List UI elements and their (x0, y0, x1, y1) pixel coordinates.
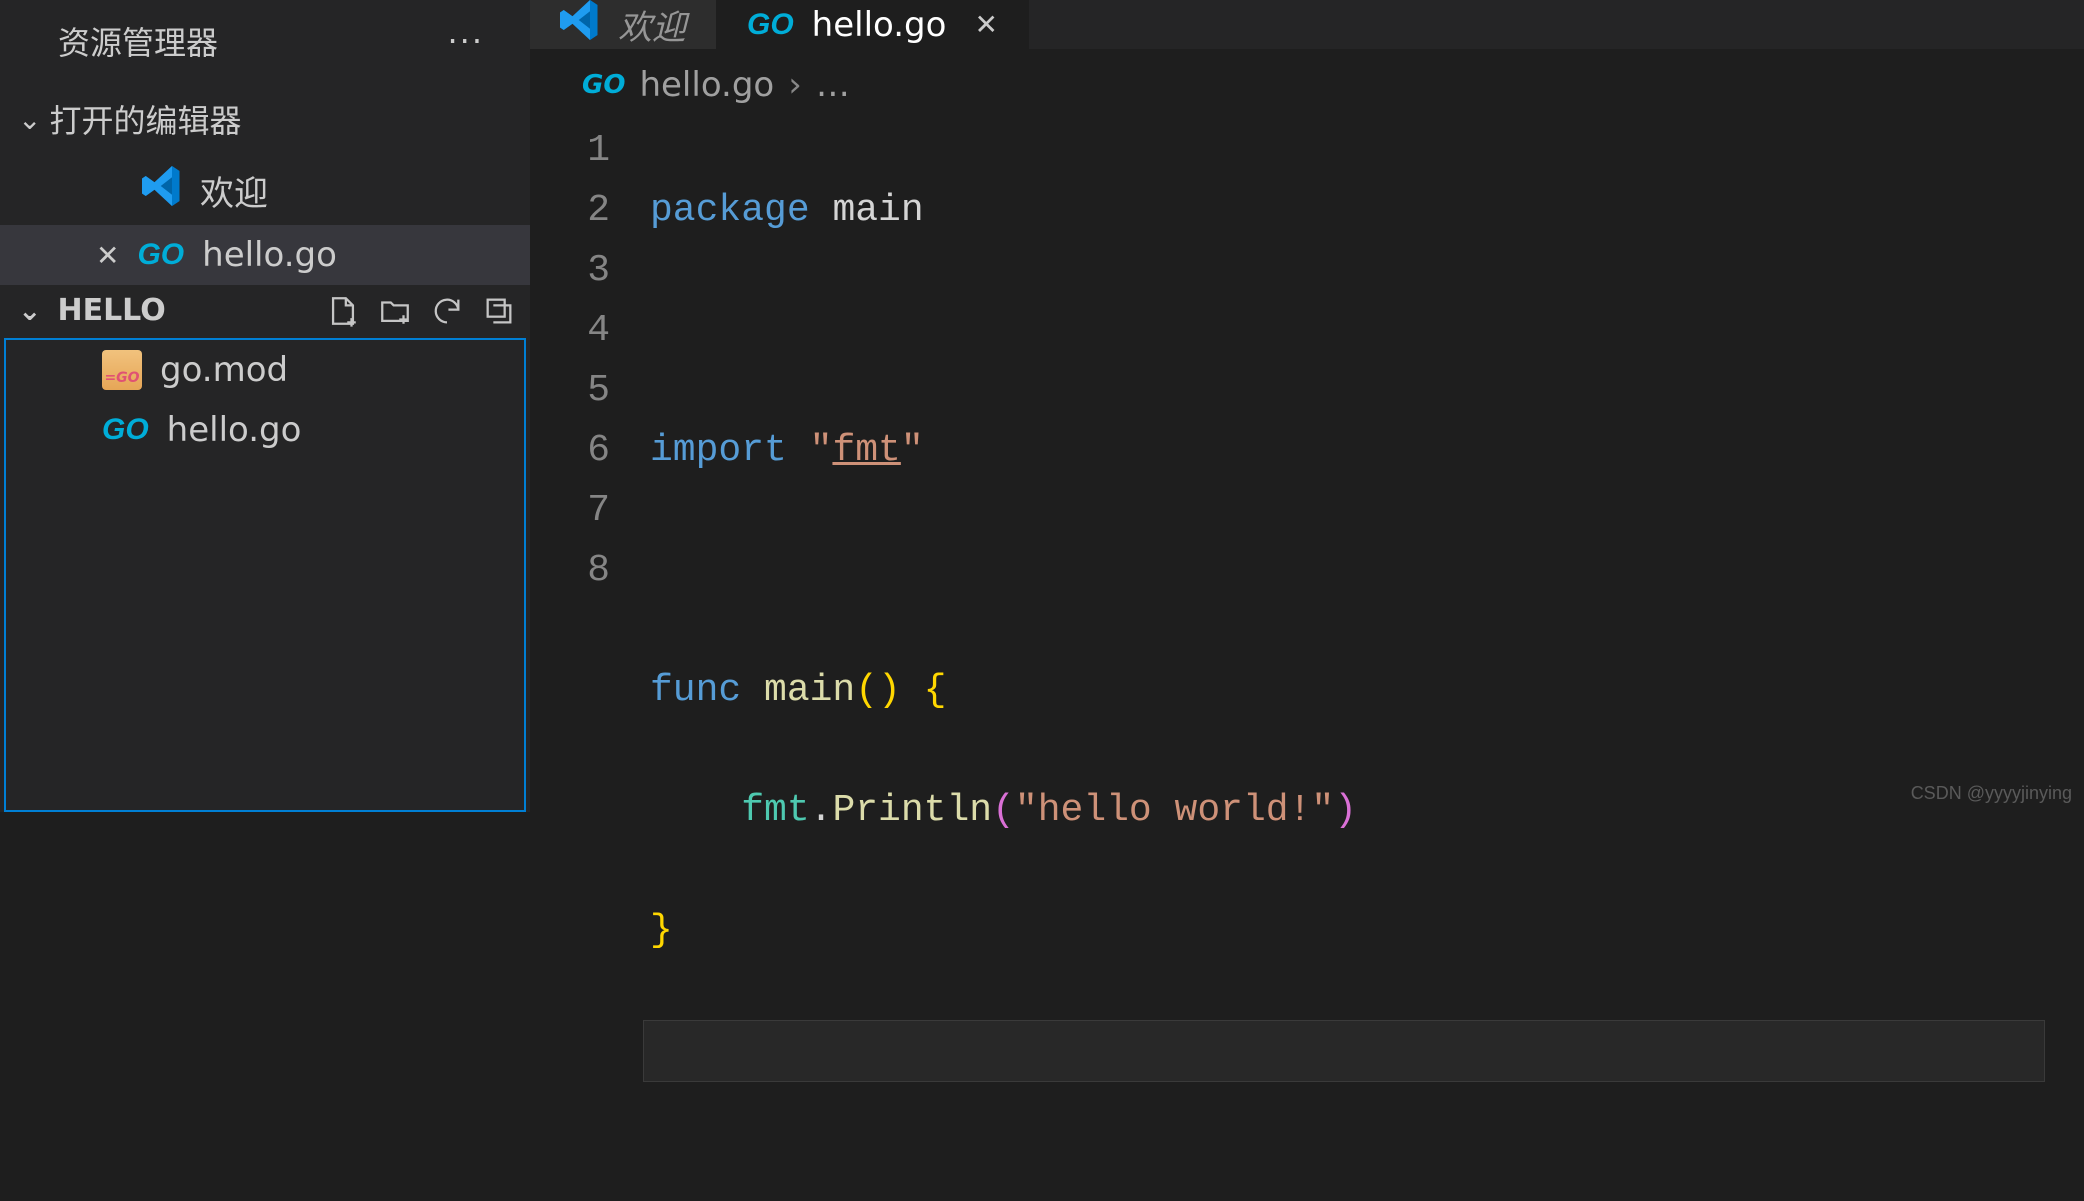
tok: " (787, 429, 833, 472)
open-editor-welcome[interactable]: 欢迎 (0, 156, 530, 225)
tok: () (855, 669, 901, 712)
line-gutter: 1 2 3 4 5 6 7 8 (550, 121, 650, 1201)
file-label: go.mod (160, 350, 288, 390)
tok: func (650, 669, 741, 712)
tok: ) (1334, 789, 1357, 832)
open-editor-label: 欢迎 (200, 166, 268, 215)
close-icon[interactable]: ✕ (974, 8, 997, 41)
collapse-all-icon[interactable] (482, 294, 516, 328)
tok: fmt (832, 429, 900, 472)
line-number: 6 (550, 421, 610, 481)
editor-tabs: 欢迎 GO hello.go ✕ (530, 0, 2084, 49)
go-icon: GO (102, 413, 149, 447)
new-folder-icon[interactable] (378, 294, 412, 328)
tok: . (810, 789, 833, 832)
folder-section-header[interactable]: ⌄ HELLO (0, 285, 530, 336)
tok: import (650, 429, 787, 472)
gomod-icon: =GO (102, 350, 142, 390)
close-icon[interactable]: ✕ (96, 239, 119, 272)
watermark: CSDN @yyyyjinying (1911, 783, 2072, 804)
chevron-down-icon: ⌄ (18, 294, 41, 327)
go-icon: GO (582, 70, 625, 100)
tab-welcome[interactable]: 欢迎 (530, 0, 717, 49)
vscode-icon (560, 0, 600, 49)
code-editor[interactable]: 1 2 3 4 5 6 7 8 package main import "fmt… (530, 121, 2084, 1201)
tok: Println (832, 789, 992, 832)
line-number: 1 (550, 121, 610, 181)
open-editor-hello-go[interactable]: ✕ GO hello.go (0, 225, 530, 285)
breadcrumb-more: … (816, 65, 850, 105)
open-editor-label: hello.go (202, 235, 337, 275)
tok (650, 789, 741, 832)
line-number: 2 (550, 181, 610, 241)
tab-label: hello.go (812, 5, 947, 45)
line-number: 8 (550, 541, 610, 601)
tab-hello-go[interactable]: GO hello.go ✕ (717, 0, 1029, 49)
tok: "hello world!" (1015, 789, 1334, 832)
open-editors-list: 欢迎 ✕ GO hello.go (0, 156, 530, 285)
tok: } (650, 909, 673, 952)
tok: fmt (741, 789, 809, 832)
tab-label: 欢迎 (618, 0, 686, 49)
file-go-mod[interactable]: =GO go.mod (6, 340, 524, 400)
tok: package (650, 189, 810, 232)
chevron-right-icon: › (788, 65, 802, 105)
tok: ( (992, 789, 1015, 832)
editor-area: 欢迎 GO hello.go ✕ GO hello.go › … 1 2 3 4… (530, 0, 2084, 812)
open-editors-label: 打开的编辑器 (49, 96, 241, 142)
folder-name: HELLO (57, 293, 165, 328)
open-editors-section-header[interactable]: ⌄ 打开的编辑器 (0, 82, 530, 156)
tok: " (901, 429, 924, 472)
breadcrumb[interactable]: GO hello.go › … (530, 49, 2084, 121)
explorer-sidebar: 资源管理器 ··· ⌄ 打开的编辑器 欢迎 ✕ GO hello.go ⌄ HE… (0, 0, 530, 812)
folder-actions (326, 294, 516, 328)
line-number: 4 (550, 301, 610, 361)
explorer-title: 资源管理器 (58, 18, 218, 64)
chevron-down-icon: ⌄ (18, 103, 41, 136)
tok: main (741, 669, 855, 712)
file-label: hello.go (167, 410, 302, 450)
go-icon: GO (747, 8, 794, 42)
vscode-icon (142, 166, 182, 215)
line-number: 5 (550, 361, 610, 421)
more-actions-icon[interactable]: ··· (447, 22, 504, 60)
refresh-icon[interactable] (430, 294, 464, 328)
file-hello-go[interactable]: GO hello.go (6, 400, 524, 460)
breadcrumb-file: hello.go (639, 65, 774, 105)
explorer-header: 资源管理器 ··· (0, 0, 530, 82)
new-file-icon[interactable] (326, 294, 360, 328)
tok: { (901, 669, 947, 712)
line-number: 7 (550, 481, 610, 541)
file-tree: =GO go.mod GO hello.go (4, 338, 526, 812)
tok: main (810, 189, 924, 232)
go-icon: GO (137, 238, 184, 272)
line-number: 3 (550, 241, 610, 301)
code-content[interactable]: package main import "fmt" func main() { … (650, 121, 2044, 1201)
